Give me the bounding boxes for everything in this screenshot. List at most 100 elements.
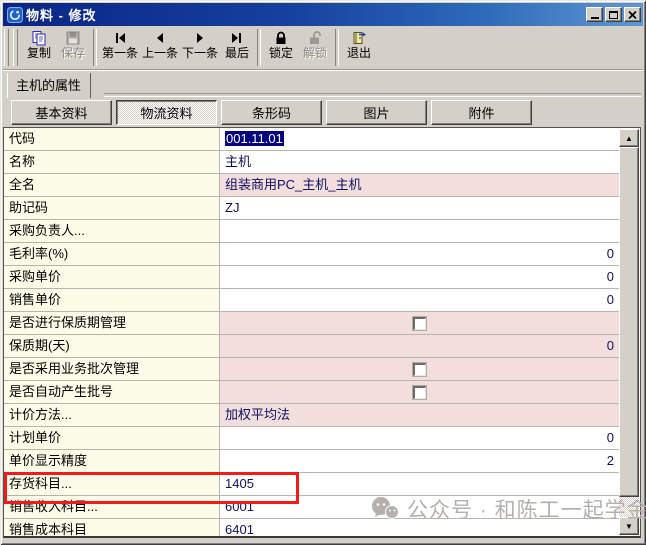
toolbar-button-label: 最后	[225, 46, 249, 61]
checkbox[interactable]	[413, 317, 426, 330]
grid-row: 单价显示精度 2	[4, 450, 619, 473]
section-button-picture[interactable]: 图片	[326, 100, 427, 125]
scroll-up-button[interactable]: ▲	[619, 129, 639, 147]
unlock-icon	[307, 29, 323, 46]
field-label: 名称	[4, 151, 220, 173]
watermark: 公众号 · 和陈工一起学金蝶	[370, 494, 646, 524]
selected-value-text: 001.11.01	[225, 131, 284, 146]
field-label: 是否采用业务批次管理	[4, 358, 220, 380]
checkbox[interactable]	[413, 363, 426, 376]
exit-button[interactable]: 退出	[342, 28, 376, 68]
tab-host-properties[interactable]: 主机的属性	[7, 73, 91, 98]
toolbar-button-label: 保存	[61, 46, 85, 61]
vertical-scrollbar[interactable]: ▲ ▼	[619, 129, 639, 535]
grid-row: 是否采用业务批次管理	[4, 358, 619, 381]
grid-row: 是否自动产生批号	[4, 381, 619, 404]
field-value[interactable]: 主机	[220, 151, 619, 173]
field-label: 销售单价	[4, 289, 220, 311]
grid-row: 名称 主机	[4, 151, 619, 174]
lock-icon	[273, 29, 289, 46]
toolbar-button-label: 解锁	[303, 46, 327, 61]
field-value[interactable]	[220, 358, 619, 380]
arrow-up-icon: ▲	[625, 134, 633, 143]
section-button-logistics-info[interactable]: 物流资料	[116, 100, 217, 125]
field-value[interactable]: 0	[220, 427, 619, 449]
toolbar-button-label: 第一条	[102, 46, 138, 61]
field-value[interactable]: 0	[220, 335, 619, 357]
grid-row: 保质期(天) 0	[4, 335, 619, 358]
toolbar-grip[interactable]	[4, 29, 9, 66]
annotation-red-box	[4, 472, 299, 504]
minimize-icon	[591, 17, 599, 19]
exit-icon	[351, 29, 367, 46]
wechat-icon	[370, 496, 400, 522]
copy-icon	[31, 29, 47, 46]
toolbar-button-label: 退出	[347, 46, 371, 61]
field-value[interactable]: 加权平均法	[220, 404, 619, 426]
field-label: 单价显示精度	[4, 450, 220, 472]
previous-record-icon	[152, 29, 168, 46]
save-button: 保存	[56, 28, 90, 68]
window-title: 物料 - 修改	[26, 5, 586, 24]
field-label: 采购单价	[4, 266, 220, 288]
field-value[interactable]: 0	[220, 289, 619, 311]
app-icon	[7, 7, 23, 23]
section-button-barcode[interactable]: 条形码	[221, 100, 322, 125]
field-value[interactable]: 001.11.01	[220, 128, 619, 150]
maximize-button[interactable]	[605, 7, 622, 22]
next-record-button[interactable]: 下一条	[180, 28, 220, 68]
field-label: 计价方法...	[4, 404, 220, 426]
field-label: 是否进行保质期管理	[4, 312, 220, 334]
toolbar-grip[interactable]	[13, 29, 18, 66]
field-value[interactable]: 2	[220, 450, 619, 472]
field-value[interactable]	[220, 220, 619, 242]
field-value[interactable]: 组装商用PC_主机_主机	[220, 174, 619, 196]
field-label: 全名	[4, 174, 220, 196]
close-button[interactable]	[624, 7, 641, 22]
toolbar-button-label: 锁定	[269, 46, 293, 61]
section-button-row: 基本资料 物流资料 条形码 图片 附件	[3, 98, 643, 127]
tab-strip: 主机的属性	[3, 71, 643, 98]
close-icon	[628, 11, 637, 19]
lock-button[interactable]: 锁定	[264, 28, 298, 68]
last-record-button[interactable]: 最后	[220, 28, 254, 68]
copy-button[interactable]: 复制	[22, 28, 56, 68]
first-record-icon	[112, 29, 128, 46]
field-value[interactable]: 0	[220, 243, 619, 265]
grid-row: 采购单价 0	[4, 266, 619, 289]
save-icon	[65, 29, 81, 46]
section-button-basic-info[interactable]: 基本资料	[11, 100, 112, 125]
field-value[interactable]: ZJ	[220, 197, 619, 219]
grid-row: 计价方法... 加权平均法	[4, 404, 619, 427]
grid-row: 是否进行保质期管理	[4, 312, 619, 335]
toolbar-button-label: 上一条	[142, 46, 178, 61]
maximize-icon	[609, 11, 618, 19]
checkbox[interactable]	[413, 386, 426, 399]
first-record-button[interactable]: 第一条	[100, 28, 140, 68]
previous-record-button[interactable]: 上一条	[140, 28, 180, 68]
field-value[interactable]: 0	[220, 266, 619, 288]
toolbar: 复制 保存 第一条 上一	[3, 26, 643, 70]
material-edit-window: 物料 - 修改 复制	[0, 0, 646, 545]
watermark-text: 公众号 · 和陈工一起学金蝶	[407, 494, 646, 524]
unlock-button: 解锁	[298, 28, 332, 68]
toolbar-button-label: 下一条	[182, 46, 218, 61]
grid-row: 助记码 ZJ	[4, 197, 619, 220]
field-label: 代码	[4, 128, 220, 150]
grid-row: 毛利率(%) 0	[4, 243, 619, 266]
scrollbar-thumb[interactable]	[619, 147, 639, 497]
minimize-button[interactable]	[586, 7, 603, 22]
field-label: 计划单价	[4, 427, 220, 449]
field-label: 是否自动产生批号	[4, 381, 220, 403]
field-label: 毛利率(%)	[4, 243, 220, 265]
field-value[interactable]	[220, 381, 619, 403]
toolbar-separator	[335, 29, 339, 66]
section-button-attachment[interactable]: 附件	[431, 100, 532, 125]
field-label: 保质期(天)	[4, 335, 220, 357]
field-label: 销售成本科目	[4, 519, 220, 536]
last-record-icon	[229, 29, 245, 46]
grid-row: 销售单价 0	[4, 289, 619, 312]
field-value[interactable]	[220, 312, 619, 334]
toolbar-separator	[93, 29, 97, 66]
tab-strip-divider	[104, 93, 641, 96]
